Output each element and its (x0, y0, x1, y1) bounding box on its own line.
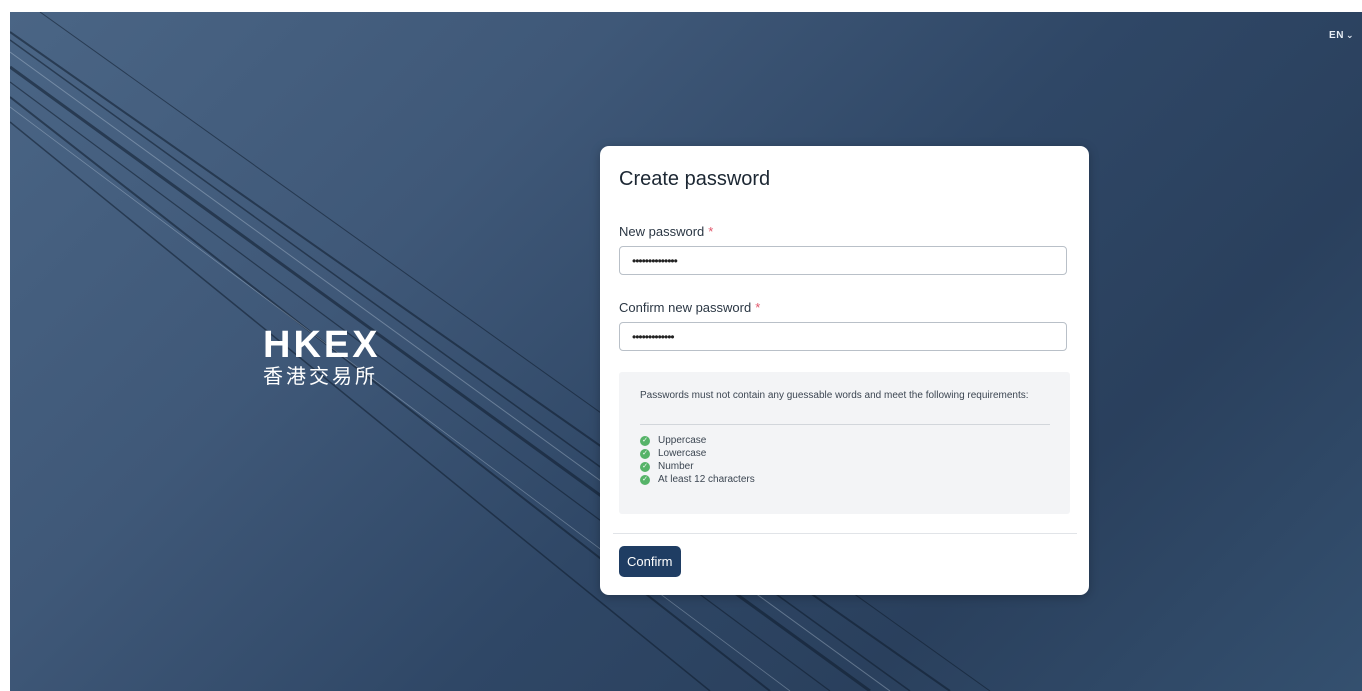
requirement-label: Number (658, 461, 694, 472)
list-item: ✓ Uppercase (640, 434, 755, 447)
check-circle-icon: ✓ (640, 474, 650, 485)
confirm-password-label-text: Confirm new password (619, 300, 752, 315)
chevron-down-icon: ⌄ (1345, 30, 1354, 40)
requirements-divider (640, 424, 1050, 425)
language-selector[interactable]: EN ⌄ (1329, 30, 1354, 41)
logo-chinese-name: 香港交易所 (263, 364, 378, 388)
confirm-button[interactable]: Confirm (619, 546, 681, 577)
requirements-list: ✓ Uppercase ✓ Lowercase ✓ Number ✓ At least … (640, 434, 755, 486)
required-mark: * (755, 300, 761, 315)
confirm-password-input[interactable] (619, 322, 1067, 351)
list-item: ✓ Number (640, 460, 755, 473)
new-password-label-text: New password (619, 224, 705, 239)
list-item: ✓ Lowercase (640, 447, 755, 460)
card-footer-divider (613, 533, 1077, 534)
requirements-intro: Passwords must not contain any guessable… (640, 390, 1029, 401)
confirm-password-label: Confirm new password * (619, 300, 760, 315)
language-label: EN (1329, 30, 1344, 41)
check-circle-icon: ✓ (640, 461, 650, 472)
check-circle-icon: ✓ (640, 448, 650, 459)
logo-wordmark: HKEX (263, 324, 381, 366)
requirement-label: Uppercase (658, 435, 707, 446)
new-password-input[interactable] (619, 246, 1067, 275)
requirement-label: Lowercase (658, 448, 707, 459)
list-item: ✓ At least 12 characters (640, 473, 755, 486)
check-circle-icon: ✓ (640, 435, 650, 446)
requirement-label: At least 12 characters (658, 474, 755, 485)
required-mark: * (708, 224, 714, 239)
hkex-logo: HKEX 香港交易所 (263, 326, 381, 388)
create-password-card: Create password New password* Confirm ne… (600, 146, 1089, 595)
password-requirements-panel: Passwords must not contain any guessable… (619, 372, 1070, 514)
new-password-label: New password * (619, 224, 713, 239)
page-title: Create password (619, 168, 771, 190)
